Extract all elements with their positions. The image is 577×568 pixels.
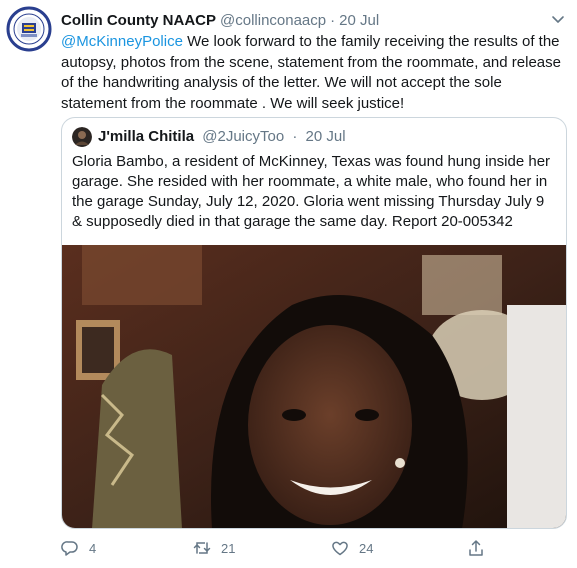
retweet-button[interactable]: 21 xyxy=(193,537,235,559)
author-name[interactable]: Collin County NAACP xyxy=(61,12,216,29)
separator-dot: · xyxy=(330,11,336,29)
quoted-author-avatar[interactable] xyxy=(72,127,92,147)
retweet-icon xyxy=(193,542,211,554)
quoted-tweet-text: Gloria Bambo, a resident of McKinney, Te… xyxy=(72,153,551,230)
reply-button[interactable]: 4 xyxy=(61,537,96,559)
share-icon xyxy=(469,540,483,556)
photo-image xyxy=(62,245,566,528)
quoted-tweet-photo[interactable] xyxy=(62,245,566,528)
naacp-seal-icon xyxy=(6,6,52,52)
chevron-down-icon xyxy=(552,16,564,23)
tweet-text: @McKinneyPolice We look forward to the f… xyxy=(61,32,567,114)
tweet-header: Collin County NAACP @collinconaacp · 20 … xyxy=(61,10,567,30)
reply-count: 4 xyxy=(89,540,97,556)
author-handle[interactable]: @collinconaacp xyxy=(220,12,326,29)
tweet[interactable]: Collin County NAACP @collinconaacp · 20 … xyxy=(0,0,577,568)
like-button[interactable]: 24 xyxy=(331,537,373,559)
quoted-tweet-header: J'milla Chitila @2JuicyToo · 20 Jul xyxy=(98,128,346,145)
like-icon xyxy=(332,541,348,556)
quoted-separator-dot: · xyxy=(292,128,298,145)
tweet-actions: 4 21 24 xyxy=(61,537,567,561)
quoted-author-name[interactable]: J'milla Chitila xyxy=(98,128,194,145)
avatar-photo-icon xyxy=(72,127,92,147)
mention-link[interactable]: @McKinneyPolice xyxy=(61,33,183,50)
reply-icon xyxy=(61,541,78,556)
tweet-date[interactable]: 20 Jul xyxy=(339,12,379,29)
quoted-tweet[interactable]: J'milla Chitila @2JuicyToo · 20 Jul Glor… xyxy=(61,117,567,529)
share-button[interactable] xyxy=(467,537,485,559)
quoted-tweet-date[interactable]: 20 Jul xyxy=(306,128,346,145)
author-avatar[interactable] xyxy=(6,6,52,52)
quoted-author-handle[interactable]: @2JuicyToo xyxy=(202,128,284,145)
retweet-count: 21 xyxy=(221,540,236,556)
more-options-button[interactable] xyxy=(551,12,565,23)
like-count: 24 xyxy=(359,540,374,556)
